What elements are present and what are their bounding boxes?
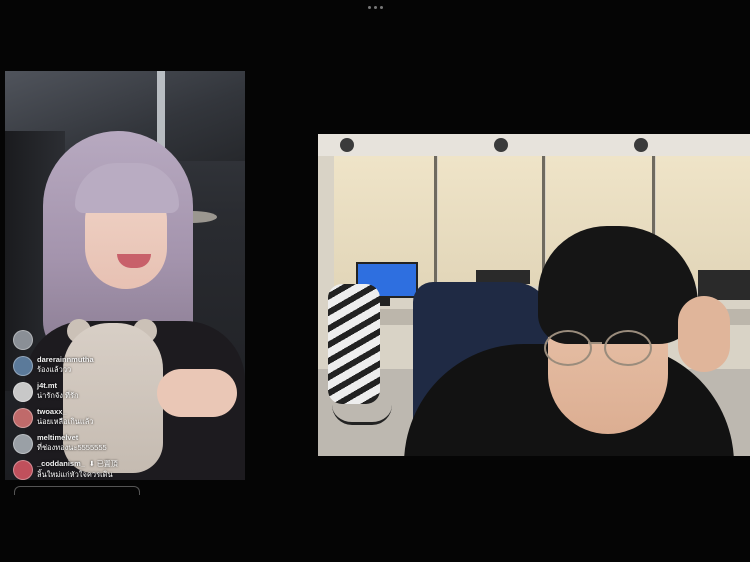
comment-avatar [13, 434, 33, 454]
ceiling-lamp [634, 138, 648, 152]
left-live-video[interactable]: darerainnmutha ร้องแล้ววว j4t.mt น่ารักจ… [5, 71, 245, 480]
comment-text: j4t.mt น่ารักจัง ที่รัก [37, 381, 79, 401]
dot [379, 6, 383, 9]
comment-user: darerainnmutha [37, 355, 94, 364]
comment-item [13, 329, 241, 353]
comment-avatar [13, 408, 33, 428]
comment-username: _coddanism_ [37, 459, 85, 468]
glasses-lens [544, 330, 592, 366]
comment-user: twoaxx_ [37, 407, 67, 416]
ceiling [318, 134, 750, 156]
ceiling-lamp [494, 138, 508, 152]
comment-message: ลิ้นใหม่แก่หัวใจควรเดิน [37, 470, 113, 479]
dot [367, 6, 371, 9]
comment-avatar [13, 460, 33, 480]
ceiling-lamp [340, 138, 354, 152]
comment-message: น่อยเหลือเกินแล้ว [37, 417, 94, 426]
comment-avatar [13, 330, 33, 350]
comment-message: ที่ช่องทองนะ5555555 [37, 443, 107, 452]
right-live-video[interactable] [318, 134, 750, 456]
comment-text: meltimelvet ที่ช่องทองนะ5555555 [37, 433, 107, 453]
comment-item: meltimelvet ที่ช่องทองนะ5555555 [13, 433, 241, 457]
comment-item: j4t.mt น่ารักจัง ที่รัก [13, 381, 241, 405]
comment-user: meltimelvet [37, 433, 79, 442]
comment-text: twoaxx_ น่อยเหลือเกินแล้ว [37, 407, 94, 427]
comment-text: darerainnmutha ร้องแล้ววว [37, 355, 94, 375]
live-comments: darerainnmutha ร้องแล้ววว j4t.mt น่ารักจ… [13, 329, 241, 480]
comment-item: twoaxx_ น่อยเหลือเกินแล้ว [13, 407, 241, 431]
comment-avatar [13, 356, 33, 376]
comment-message: น่ารักจัง ที่รัก [37, 391, 79, 400]
monitor-stand [380, 296, 390, 306]
streamer-hand [678, 296, 730, 372]
glasses-bridge [588, 342, 602, 344]
glasses-lens [604, 330, 652, 366]
comment-item: _coddanism_ ⬇ 已置頂 ลิ้นใหม่แก่หัวใจควรเดิน [13, 459, 241, 480]
comment-item: darerainnmutha ร้องแล้ววว [13, 355, 241, 379]
office-chair [328, 284, 380, 404]
window-handle-dots[interactable] [360, 4, 390, 12]
comment-message: ร้องแล้ววว [37, 365, 72, 374]
comment-user: j4t.mt [37, 381, 58, 390]
dot [373, 6, 377, 9]
pinned-badge: ⬇ 已置頂 [88, 461, 118, 468]
comment-user: _coddanism_ ⬇ 已置頂 [37, 459, 118, 470]
comment-text: _coddanism_ ⬇ 已置頂 ลิ้นใหม่แก่หัวใจควรเดิน [37, 459, 118, 480]
comment-input-bar[interactable] [14, 486, 140, 495]
comment-avatar [13, 382, 33, 402]
window-blind [438, 156, 545, 286]
